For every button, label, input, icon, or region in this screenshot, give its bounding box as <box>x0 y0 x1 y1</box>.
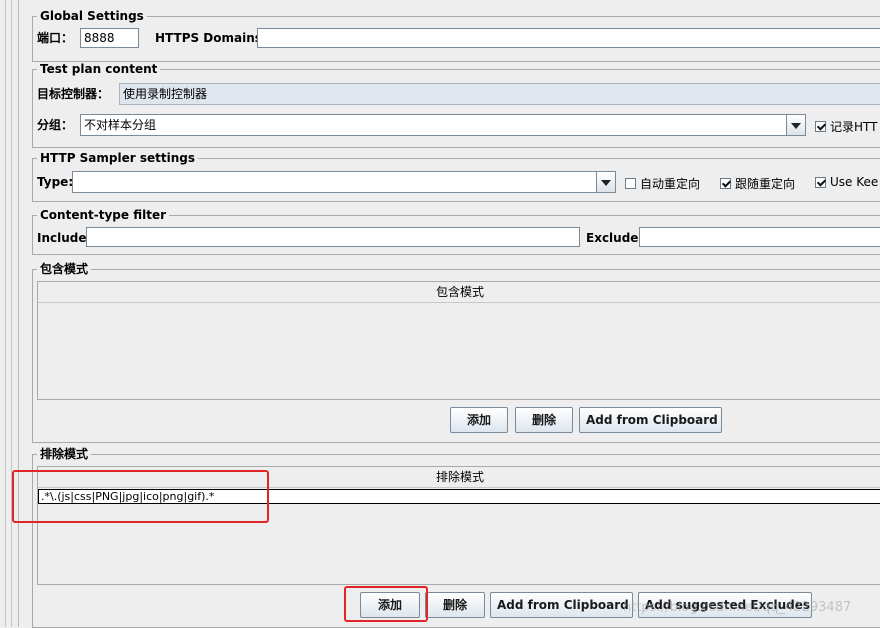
target-controller-select[interactable]: 使用录制控制器 <box>119 83 880 105</box>
record-checkbox[interactable]: 记录HTT <box>815 118 877 135</box>
include-patterns-table[interactable]: 包含模式 <box>37 281 880 400</box>
grouping-label: 分组： <box>37 118 74 132</box>
include-patterns-column-header[interactable]: 包含模式 <box>38 282 880 303</box>
exclude-input[interactable] <box>639 227 880 247</box>
exclude-delete-button[interactable]: 删除 <box>425 592 485 618</box>
highlight-box <box>344 586 428 622</box>
content-type-legend: Content-type filter <box>37 208 169 222</box>
follow-redirect-checkbox[interactable]: 跟随重定向 <box>720 175 795 192</box>
grouping-value: 不对样本分组 <box>84 118 157 132</box>
port-input[interactable]: 8888 <box>80 28 139 48</box>
checkbox-icon <box>815 121 826 132</box>
include-patterns-legend: 包含模式 <box>37 262 92 276</box>
gutter-line <box>5 0 6 627</box>
exclude-patterns-legend: 排除模式 <box>37 447 92 461</box>
include-add-button[interactable]: 添加 <box>450 407 508 433</box>
grouping-select[interactable]: 不对样本分组 <box>80 114 806 136</box>
test-plan-panel <box>32 69 880 148</box>
gutter-line <box>11 0 12 627</box>
follow-redirect-label: 跟随重定向 <box>735 177 796 191</box>
exclude-label: Exclude: <box>586 231 644 245</box>
watermark: https://blog.csdn.net/qq_42293487 <box>623 600 852 615</box>
port-label: 端口： <box>37 31 74 45</box>
include-input[interactable] <box>86 227 580 247</box>
type-label: Type: <box>37 175 74 189</box>
exclude-clipboard-button[interactable]: Add from Clipboard <box>490 592 633 618</box>
chevron-down-icon[interactable] <box>786 115 805 135</box>
checkbox-icon <box>720 178 731 189</box>
checkbox-icon <box>815 176 826 188</box>
auto-redirect-checkbox[interactable]: 自动重定向 <box>625 175 700 192</box>
global-settings-legend: Global Settings <box>37 9 147 23</box>
auto-redirect-label: 自动重定向 <box>640 177 701 191</box>
keepalive-label: Use Kee <box>830 175 879 189</box>
checkbox-icon <box>625 178 636 189</box>
https-domains-input[interactable] <box>257 28 880 48</box>
type-select[interactable] <box>72 171 616 193</box>
include-clipboard-button[interactable]: Add from Clipboard <box>579 407 722 433</box>
record-checkbox-label: 记录HTT <box>830 120 878 134</box>
include-label: Include: <box>37 231 92 245</box>
include-delete-button[interactable]: 删除 <box>515 407 573 433</box>
test-plan-legend: Test plan content <box>37 62 161 76</box>
target-controller-label: 目标控制器： <box>37 87 110 101</box>
chevron-down-icon[interactable] <box>596 172 615 192</box>
https-domains-label: HTTPS Domains : <box>155 31 271 45</box>
http-sampler-legend: HTTP Sampler settings <box>37 151 198 165</box>
highlight-box <box>12 470 269 523</box>
keepalive-checkbox[interactable]: Use Kee <box>815 175 878 189</box>
left-gutter <box>0 0 19 627</box>
